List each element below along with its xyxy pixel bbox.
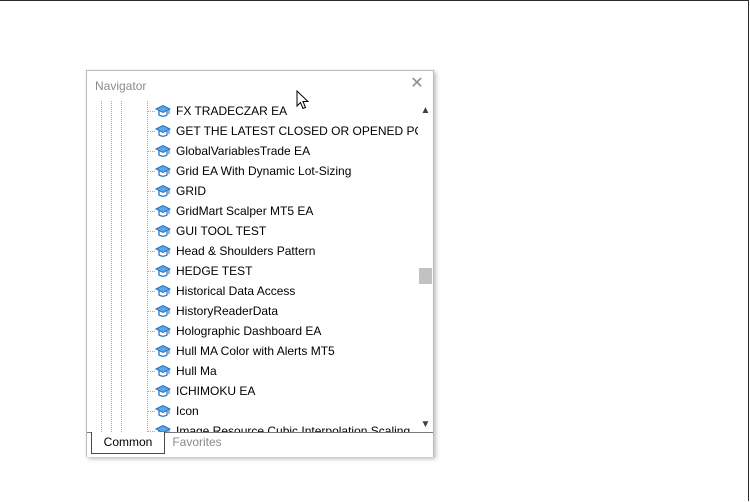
tree-item[interactable]: Image Resource Cubic Interpolation Scali… — [87, 421, 418, 432]
tree-item[interactable]: HEDGE TEST — [87, 261, 418, 281]
tree-item[interactable]: HistoryReaderData — [87, 301, 418, 321]
expert-advisor-icon — [155, 324, 171, 337]
tree-branch-line — [147, 311, 155, 312]
tree-item-label: Head & Shoulders Pattern — [176, 244, 316, 258]
tree-branch-line — [147, 131, 155, 132]
expert-advisor-icon — [155, 184, 171, 197]
navigator-tabs: Common Favorites — [87, 432, 433, 457]
tree-branch-line — [147, 211, 155, 212]
tree-item-label: HEDGE TEST — [176, 264, 253, 278]
scroll-down-icon[interactable]: ▼ — [418, 417, 433, 432]
tree-item[interactable]: Holographic Dashboard EA — [87, 321, 418, 341]
expert-advisor-icon — [155, 144, 171, 157]
tree-item[interactable]: Hull Ma — [87, 361, 418, 381]
tree-item[interactable]: GRID — [87, 181, 418, 201]
tree-branch-line — [147, 371, 155, 372]
mouse-cursor-icon — [296, 90, 310, 110]
tree-branch-line — [147, 291, 155, 292]
scroll-thumb[interactable] — [419, 268, 432, 284]
tree-item[interactable]: ICHIMOKU EA — [87, 381, 418, 401]
tree-item-label: Holographic Dashboard EA — [176, 324, 322, 338]
tree-item[interactable]: GridMart Scalper MT5 EA — [87, 201, 418, 221]
vertical-scrollbar[interactable]: ▲ ▼ — [418, 101, 433, 432]
tree-item[interactable]: FX TRADECZAR EA — [87, 101, 418, 121]
expert-advisor-icon — [155, 204, 171, 217]
expert-advisor-icon — [155, 244, 171, 257]
tree-item-label: Historical Data Access — [176, 284, 296, 298]
expert-advisor-icon — [155, 284, 171, 297]
tree-item[interactable]: Grid EA With Dynamic Lot-Sizing — [87, 161, 418, 181]
navigator-tree[interactable]: FX TRADECZAR EA GET THE LATEST CLOSED OR … — [87, 101, 418, 432]
tree-item-label: Hull MA Color with Alerts MT5 — [176, 344, 335, 358]
tree-item-label: GridMart Scalper MT5 EA — [176, 204, 314, 218]
tree-item[interactable]: Historical Data Access — [87, 281, 418, 301]
tree-branch-line — [147, 331, 155, 332]
tree-branch-line — [147, 391, 155, 392]
tree-item-label: Icon — [176, 404, 199, 418]
tree-item-label: GUI TOOL TEST — [176, 224, 267, 238]
tree-item[interactable]: GUI TOOL TEST — [87, 221, 418, 241]
tree-item[interactable]: Icon — [87, 401, 418, 421]
expert-advisor-icon — [155, 384, 171, 397]
scroll-up-icon[interactable]: ▲ — [418, 103, 433, 118]
expert-advisor-icon — [155, 344, 171, 357]
expert-advisor-icon — [155, 264, 171, 277]
expert-advisor-icon — [155, 404, 171, 417]
tree-item-label: Grid EA With Dynamic Lot-Sizing — [176, 164, 352, 178]
tree-branch-line — [147, 411, 155, 412]
tree-branch-line — [147, 171, 155, 172]
tree-branch-line — [147, 151, 155, 152]
tree-branch-line — [147, 271, 155, 272]
tree-item-label: GlobalVariablesTrade EA — [176, 144, 311, 158]
navigator-title: Navigator — [95, 79, 147, 93]
tree-branch-line — [147, 231, 155, 232]
expert-advisor-icon — [155, 104, 171, 117]
expert-advisor-icon — [155, 304, 171, 317]
tree-branch-line — [147, 191, 155, 192]
close-icon[interactable]: ✕ — [409, 76, 425, 92]
tree-item[interactable]: Hull MA Color with Alerts MT5 — [87, 341, 418, 361]
tree-item-label: HistoryReaderData — [176, 304, 279, 318]
tree-item[interactable]: Head & Shoulders Pattern — [87, 241, 418, 261]
expert-advisor-icon — [155, 124, 171, 137]
tree-item-label: FX TRADECZAR EA — [176, 104, 288, 118]
tab-favorites[interactable]: Favorites — [167, 432, 227, 452]
tree-item[interactable]: GlobalVariablesTrade EA — [87, 141, 418, 161]
expert-advisor-icon — [155, 424, 171, 432]
tree-item-label: Image Resource Cubic Interpolation Scali… — [176, 424, 411, 432]
tree-item[interactable]: GET THE LATEST CLOSED OR OPENED POSITIC — [87, 121, 418, 141]
tree-item-label: GRID — [176, 184, 206, 198]
tree-branch-line — [147, 111, 155, 112]
tree-item-label: GET THE LATEST CLOSED OR OPENED POSITIC — [176, 124, 418, 138]
expert-advisor-icon — [155, 364, 171, 377]
expert-advisor-icon — [155, 224, 171, 237]
tree-branch-line — [147, 351, 155, 352]
tree-item-label: Hull Ma — [176, 364, 217, 378]
navigator-panel: Navigator ✕ FX TRADECZAR EA GET THE LATES… — [86, 70, 434, 457]
expert-advisor-icon — [155, 164, 171, 177]
tab-common[interactable]: Common — [91, 432, 165, 454]
tree-branch-line — [147, 251, 155, 252]
tree-item-label: ICHIMOKU EA — [176, 384, 256, 398]
